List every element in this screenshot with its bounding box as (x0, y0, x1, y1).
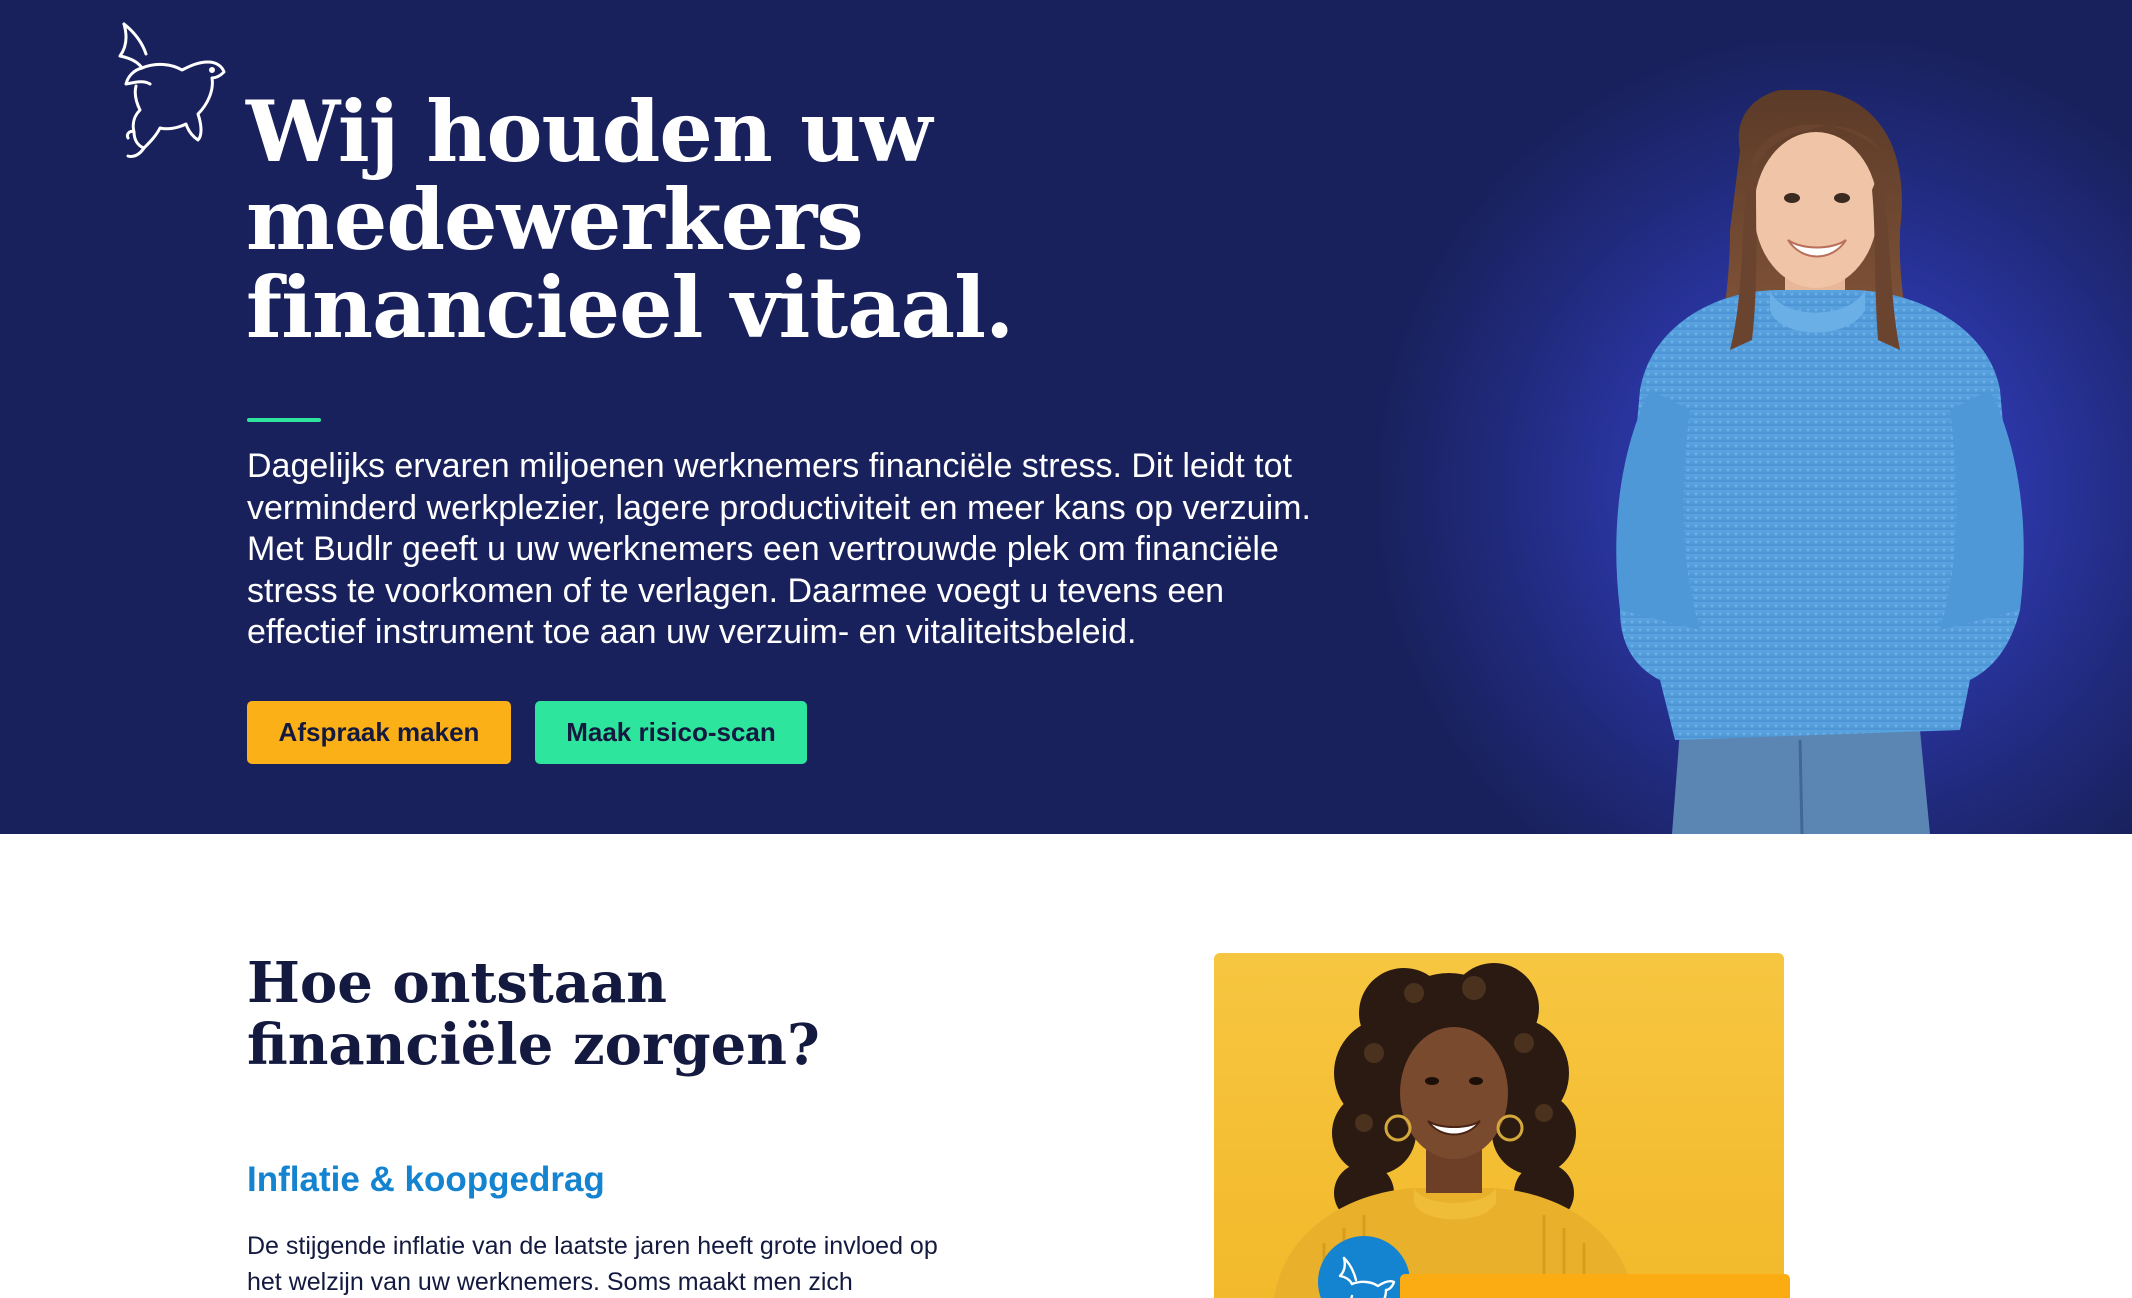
hero-section: Wij houden uw medewerkers financieel vit… (0, 0, 2132, 834)
section-subtitle: Inflatie & koopgedrag (247, 1160, 605, 1199)
hero-divider (247, 418, 321, 422)
section-person-image (1274, 963, 1634, 1298)
budlr-badge (1318, 1236, 1410, 1298)
section-title: Hoe ontstaan financiële zorgen? (247, 950, 820, 1078)
section-image-card (1214, 953, 1784, 1298)
card-overlay-bar (1400, 1274, 1790, 1298)
section-text: De stijgende inflatie van de laatste jar… (247, 1232, 938, 1296)
flying-pig-icon[interactable] (112, 18, 230, 164)
hero-person-image (1616, 90, 2024, 834)
flying-pig-icon (1338, 1256, 1396, 1298)
hero-title: Wij houden uw medewerkers financieel vit… (246, 82, 1014, 357)
risico-scan-button[interactable]: Maak risico-scan (535, 701, 807, 764)
afspraak-maken-button[interactable]: Afspraak maken (247, 701, 511, 764)
hero-description: Dagelijks ervaren miljoenen werknemers f… (247, 447, 1311, 651)
